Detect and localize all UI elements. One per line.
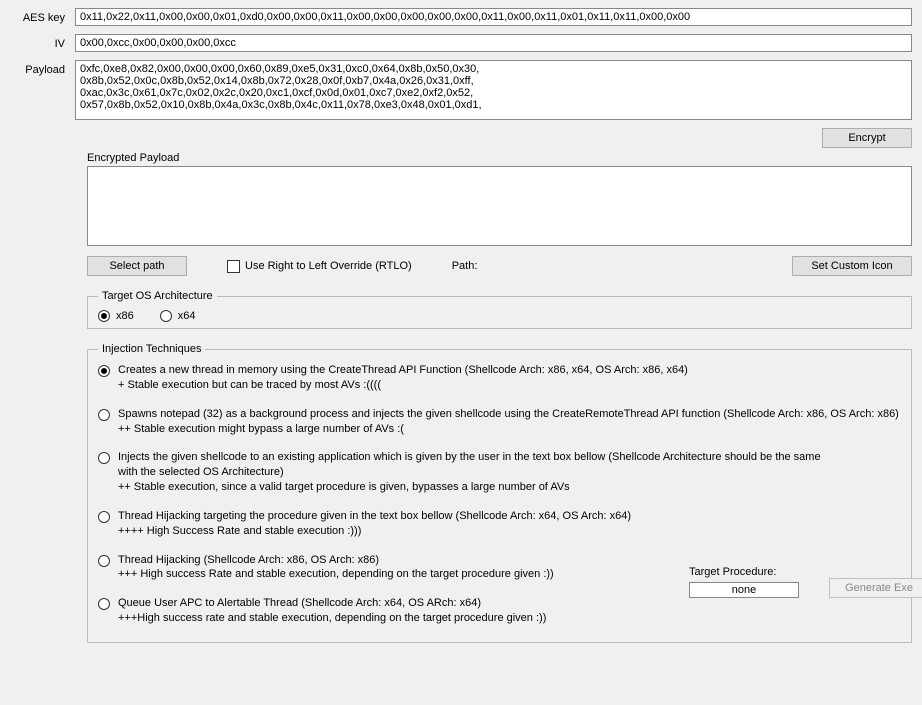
select-path-button[interactable]: Select path [87, 256, 187, 276]
radio-icon [160, 310, 172, 322]
generate-exe-button[interactable]: Generate Exe [829, 578, 922, 598]
payload-input[interactable]: 0xfc,0xe8,0x82,0x00,0x00,0x00,0x60,0x89,… [75, 60, 912, 120]
radio-icon [98, 598, 110, 610]
aes-key-label: AES key [10, 8, 75, 24]
injection-option-4[interactable]: Thread Hijacking targeting the procedure… [98, 509, 901, 539]
radio-icon [98, 555, 110, 567]
radio-icon [98, 409, 110, 421]
injection-option-4-text: Thread Hijacking targeting the procedure… [118, 509, 901, 539]
iv-input[interactable] [75, 34, 912, 52]
arch-x86-label: x86 [116, 310, 134, 322]
injection-option-1-text: Creates a new thread in memory using the… [118, 363, 901, 393]
injection-option-3[interactable]: Injects the given shellcode to an existi… [98, 450, 901, 495]
injection-option-3-text: Injects the given shellcode to an existi… [118, 450, 901, 495]
rtlo-checkbox[interactable]: Use Right to Left Override (RTLO) [227, 260, 412, 273]
injection-option-2[interactable]: Spawns notepad (32) as a background proc… [98, 407, 901, 437]
encrypt-button[interactable]: Encrypt [822, 128, 912, 148]
checkbox-icon [227, 260, 240, 273]
radio-icon [98, 452, 110, 464]
arch-x64-label: x64 [178, 310, 196, 322]
arch-x64-radio[interactable]: x64 [160, 310, 196, 322]
target-procedure-input[interactable]: none [689, 582, 799, 598]
set-custom-icon-button[interactable]: Set Custom Icon [792, 256, 912, 276]
rtlo-label: Use Right to Left Override (RTLO) [245, 260, 412, 272]
target-procedure-label: Target Procedure: [689, 566, 776, 578]
path-label: Path: [452, 260, 478, 272]
aes-key-input[interactable] [75, 8, 912, 26]
radio-icon [98, 365, 110, 377]
iv-label: IV [10, 34, 75, 50]
encrypted-payload-output[interactable] [87, 166, 912, 246]
payload-label: Payload [10, 60, 75, 76]
radio-icon [98, 511, 110, 523]
injection-legend: Injection Techniques [98, 343, 205, 355]
target-arch-legend: Target OS Architecture [98, 290, 217, 302]
radio-icon [98, 310, 110, 322]
arch-x86-radio[interactable]: x86 [98, 310, 134, 322]
injection-option-2-text: Spawns notepad (32) as a background proc… [118, 407, 901, 437]
injection-option-1[interactable]: Creates a new thread in memory using the… [98, 363, 901, 393]
encrypted-payload-label: Encrypted Payload [87, 152, 912, 164]
